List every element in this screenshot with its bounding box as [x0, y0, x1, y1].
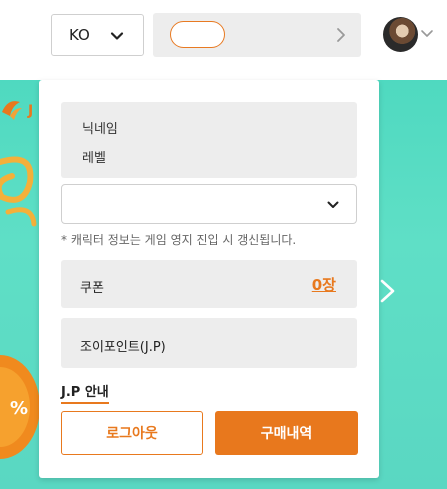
jp-guide-link[interactable]: J.P 안내 — [61, 381, 109, 404]
joy-point-label: 조이포인트(J.P) — [80, 340, 166, 355]
language-select[interactable]: KO — [51, 14, 144, 56]
server-select[interactable] — [153, 13, 361, 57]
profile-info-box: 닉네임 레벨 — [61, 102, 357, 178]
level-label: 레벨 — [82, 151, 106, 166]
coupon-count-link[interactable]: 0장 — [312, 274, 336, 295]
joy-point-row: 조이포인트(J.P) — [61, 318, 357, 368]
page: KO J % 닉네임 레벨 * 캐릭터 정보는 게임 영지 진입 시 갱신됩니다… — [0, 0, 447, 489]
svg-text:J: J — [27, 103, 33, 119]
chevron-right-icon[interactable] — [378, 278, 398, 304]
avatar[interactable] — [383, 17, 418, 52]
chevron-down-icon — [327, 201, 339, 208]
character-select[interactable] — [61, 184, 357, 224]
svg-text:%: % — [10, 398, 28, 419]
top-header: KO — [0, 0, 447, 80]
purchase-history-button[interactable]: 구매내역 — [215, 411, 358, 455]
banner-disc-icon: % — [0, 355, 40, 459]
chevron-right-icon — [337, 28, 345, 42]
profile-dropdown-panel: 닉네임 레벨 * 캐릭터 정보는 게임 영지 진입 시 갱신됩니다. 쿠폰 0장… — [39, 80, 379, 478]
server-status-pill — [170, 21, 225, 48]
character-update-notice: * 캐릭터 정보는 게임 영지 진입 시 갱신됩니다. — [61, 233, 297, 247]
banner-logo-icon: J — [2, 101, 33, 120]
logout-button[interactable]: 로그아웃 — [61, 411, 203, 455]
language-value: KO — [69, 26, 90, 44]
nickname-label: 닉네임 — [82, 122, 118, 137]
coupon-row: 쿠폰 0장 — [61, 260, 357, 308]
coupon-label: 쿠폰 — [80, 281, 104, 296]
chevron-down-icon — [110, 32, 124, 40]
chevron-down-icon[interactable] — [420, 28, 434, 40]
